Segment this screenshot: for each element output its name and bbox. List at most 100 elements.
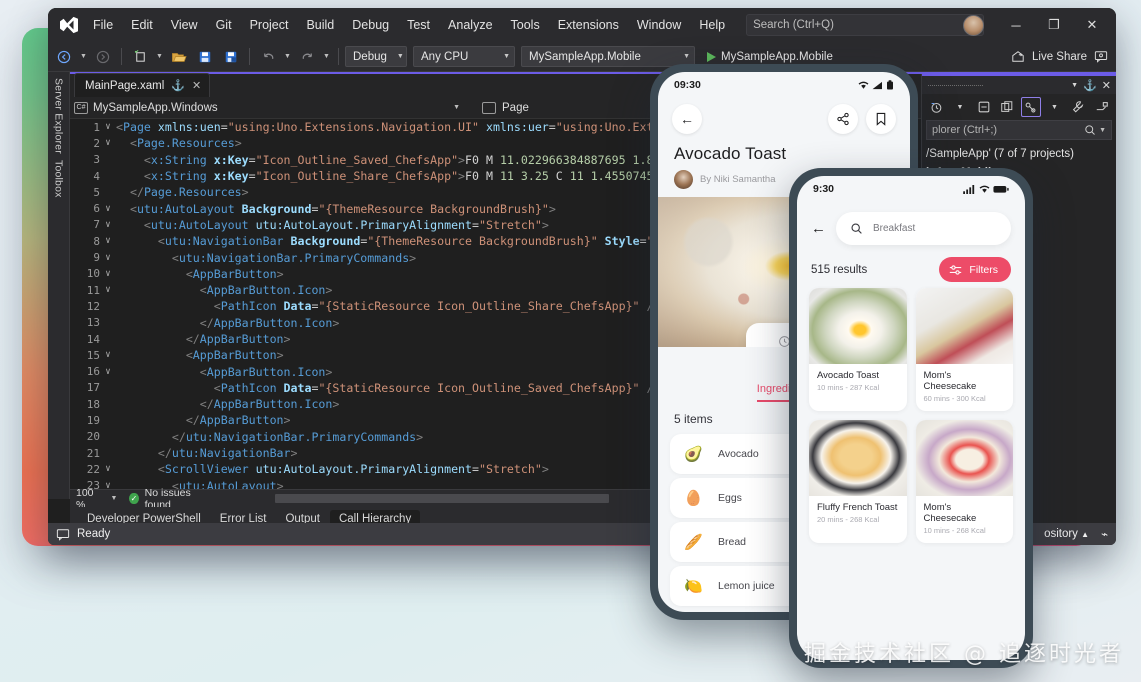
close-icon[interactable]: ✕ xyxy=(192,79,201,92)
back-arrow-icon[interactable]: ← xyxy=(811,220,826,237)
platform-combo[interactable]: Any CPU ▼ xyxy=(413,46,515,67)
fold-toggle[interactable]: ∨ xyxy=(100,122,116,132)
pending-changes-icon[interactable] xyxy=(926,97,947,117)
menu-build[interactable]: Build xyxy=(297,14,343,36)
rail-item-server-explorer[interactable]: Server Explorer xyxy=(53,78,65,154)
ready-icon xyxy=(56,528,70,541)
chevron-down-icon-2[interactable]: ▼ xyxy=(1044,97,1065,117)
chevron-down-icon: ▼ xyxy=(396,53,404,60)
navigate-backward-icon[interactable] xyxy=(52,46,76,68)
menu-project[interactable]: Project xyxy=(241,14,298,36)
new-project-icon[interactable] xyxy=(128,46,152,68)
back-button[interactable]: ← xyxy=(672,104,702,134)
new-dropdown-caret[interactable]: ▼ xyxy=(154,53,165,60)
redo-icon xyxy=(295,46,319,68)
code-text: <utu:AutoLayout utu:AutoLayout.PrimaryAl… xyxy=(143,217,549,232)
save-all-icon[interactable] xyxy=(219,46,243,68)
menu-window[interactable]: Window xyxy=(628,14,690,36)
recipe-card[interactable]: Fluffy French Toast 20 mins - 268 Kcal xyxy=(809,420,907,543)
properties-wrench-icon[interactable] xyxy=(1068,97,1089,117)
chevron-down-icon[interactable]: ▼ xyxy=(950,97,971,117)
breadcrumb-project-selector[interactable]: C# MySampleApp.Windows ▼ xyxy=(74,101,466,114)
play-icon xyxy=(707,51,716,62)
configuration-combo[interactable]: Debug ▼ xyxy=(345,46,407,67)
chevron-down-icon[interactable]: ▼ xyxy=(453,104,466,111)
signal-icon xyxy=(872,81,883,90)
preview-selected-icon[interactable] xyxy=(1091,97,1112,117)
fold-toggle[interactable]: ∨ xyxy=(100,269,116,279)
menu-git[interactable]: Git xyxy=(207,14,241,36)
menu-edit[interactable]: Edit xyxy=(122,14,162,36)
minimize-button[interactable]: ─ xyxy=(998,10,1034,40)
repository-status[interactable]: ository ▲ xyxy=(1044,528,1089,540)
phone-b-status-icons xyxy=(963,184,1009,194)
fold-toggle[interactable]: ∨ xyxy=(100,464,116,474)
undo-dropdown-caret: ▼ xyxy=(284,53,291,60)
show-all-files-icon[interactable] xyxy=(997,97,1018,117)
line-number: 12 xyxy=(86,299,100,313)
toolbar-separator xyxy=(121,48,122,65)
recipe-card-caption: Fluffy French Toast 20 mins - 268 Kcal xyxy=(809,496,907,532)
fold-toggle[interactable]: ∨ xyxy=(100,367,116,377)
fold-toggle[interactable]: ∨ xyxy=(100,204,116,214)
recipe-card[interactable]: Mom's Cheesecake 60 mins - 300 Kcal xyxy=(915,288,1013,411)
global-search-box[interactable]: Search (Ctrl+Q) xyxy=(746,14,985,36)
chevron-down-icon[interactable]: ▼ xyxy=(110,495,117,502)
code-text: <Page.Resources> xyxy=(129,136,242,151)
redo-dropdown-caret: ▼ xyxy=(323,53,330,60)
recipe-card[interactable]: Avocado Toast 10 mins - 287 Kcal xyxy=(809,288,907,411)
user-avatar[interactable] xyxy=(963,14,984,36)
back-dropdown-caret[interactable]: ▼ xyxy=(78,53,89,60)
fold-toggle[interactable]: ∨ xyxy=(100,350,116,360)
pin-icon[interactable]: ⚓ xyxy=(171,79,185,92)
notifications-icon[interactable]: ⌁ xyxy=(1101,527,1108,541)
code-text: <AppBarButton.Icon> xyxy=(199,364,333,379)
fold-toggle[interactable]: ∨ xyxy=(100,138,116,148)
fold-toggle[interactable]: ∨ xyxy=(100,253,116,263)
bookmark-button[interactable] xyxy=(866,104,896,134)
recipe-card[interactable]: Mom's Cheesecake 10 mins - 268 Kcal xyxy=(915,420,1013,543)
menu-file[interactable]: File xyxy=(84,14,122,36)
code-text: <AppBarButton> xyxy=(185,266,284,281)
fold-toggle[interactable]: ∨ xyxy=(100,220,116,230)
live-share-label[interactable]: Live Share xyxy=(1032,51,1087,63)
chevron-up-icon[interactable]: ▲ xyxy=(1081,530,1089,539)
solution-node[interactable]: /SampleApp' (7 of 7 projects) xyxy=(926,145,1112,164)
save-icon[interactable] xyxy=(193,46,217,68)
live-share-icon[interactable] xyxy=(1011,50,1025,63)
rail-item-toolbox[interactable]: Toolbox xyxy=(53,160,65,198)
code-text: <PathIcon Data="{StaticResource Icon_Out… xyxy=(213,299,661,314)
code-text: </AppBarButton> xyxy=(185,332,291,346)
run-button[interactable]: MySampleApp.Mobile xyxy=(701,51,839,63)
fold-toggle[interactable]: ∨ xyxy=(100,285,116,295)
startup-project-combo[interactable]: MySampleApp.Mobile ▼ xyxy=(521,46,695,67)
pin-icon[interactable]: ⚓ xyxy=(1083,79,1097,92)
feedback-icon[interactable] xyxy=(1094,50,1108,63)
panel-dropdown-icon[interactable]: ▼ xyxy=(1071,82,1078,89)
menu-analyze[interactable]: Analyze xyxy=(439,14,501,36)
close-icon[interactable]: ✕ xyxy=(1102,79,1111,92)
menu-help[interactable]: Help xyxy=(690,14,734,36)
collapse-all-icon[interactable] xyxy=(973,97,994,117)
menu-debug[interactable]: Debug xyxy=(343,14,398,36)
menu-view[interactable]: View xyxy=(162,14,207,36)
search-input[interactable]: Breakfast xyxy=(836,212,1011,245)
code-text: <AppBarButton> xyxy=(185,348,284,363)
menu-tools[interactable]: Tools xyxy=(502,14,549,36)
properties-window-icon[interactable] xyxy=(1020,97,1042,117)
solution-explorer-search[interactable]: plorer (Ctrl+;) ▼ xyxy=(926,120,1112,140)
fold-toggle[interactable]: ∨ xyxy=(100,236,116,246)
battery-icon xyxy=(886,80,894,90)
scrollbar-thumb[interactable] xyxy=(275,494,610,503)
open-file-icon[interactable] xyxy=(167,46,191,68)
share-button[interactable] xyxy=(828,104,858,134)
filters-button[interactable]: Filters xyxy=(939,257,1011,282)
breadcrumb-element-selector[interactable]: Page xyxy=(482,101,529,114)
close-button[interactable]: ✕ xyxy=(1074,10,1110,40)
menu-extensions[interactable]: Extensions xyxy=(549,14,628,36)
author-avatar xyxy=(674,170,693,189)
maximize-button[interactable]: ❐ xyxy=(1036,10,1072,40)
tab-mainpage-xaml[interactable]: MainPage.xaml ⚓ ✕ xyxy=(74,73,211,97)
search-options-caret[interactable]: ▼ xyxy=(1099,127,1106,134)
menu-test[interactable]: Test xyxy=(398,14,439,36)
